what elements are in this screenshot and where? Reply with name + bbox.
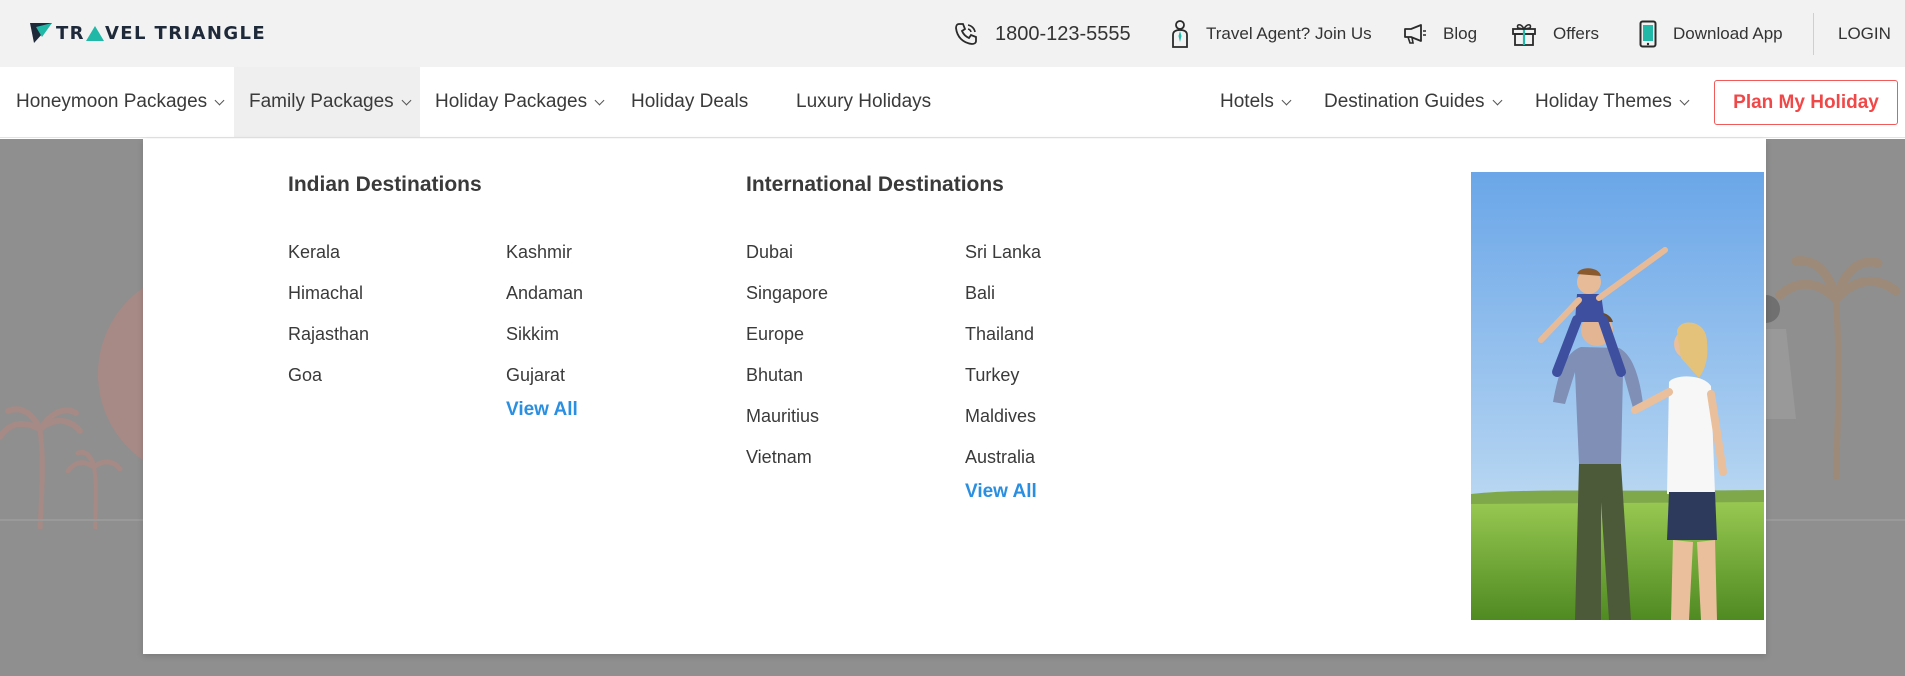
chevron-down-icon [401, 95, 412, 105]
dest-link[interactable]: Bali [965, 283, 995, 304]
offers-label: Offers [1553, 24, 1599, 43]
dest-link[interactable]: Turkey [965, 365, 1019, 386]
dest-link[interactable]: Gujarat [506, 365, 565, 386]
dest-link[interactable]: Kerala [288, 242, 340, 263]
mobile-phone-icon [1639, 20, 1657, 48]
nav-holiday-deals[interactable]: Holiday Deals [631, 67, 748, 137]
travel-agent-icon [1172, 20, 1188, 48]
dest-link[interactable]: Thailand [965, 324, 1034, 345]
chevron-down-icon [214, 95, 225, 105]
main-nav: Honeymoon Packages Family Packages Holid… [0, 67, 1905, 138]
dest-link[interactable]: Himachal [288, 283, 363, 304]
plan-my-holiday-button[interactable]: Plan My Holiday [1714, 80, 1898, 125]
international-destinations-heading: International Destinations [746, 173, 1004, 196]
topbar-divider [1813, 13, 1814, 55]
dest-link[interactable]: Andaman [506, 283, 583, 304]
dest-link[interactable]: Europe [746, 324, 804, 345]
nav-item-label: Holiday Packages [435, 91, 588, 112]
nav-item-label: Holiday Themes [1535, 91, 1672, 112]
offers-link[interactable]: Offers [1511, 20, 1599, 48]
megaphone-icon [1404, 24, 1426, 44]
nav-destination-guides[interactable]: Destination Guides [1324, 67, 1502, 137]
nav-holiday-packages[interactable]: Holiday Packages [435, 67, 605, 137]
dest-link[interactable]: Dubai [746, 242, 793, 263]
dest-link[interactable]: Vietnam [746, 447, 812, 468]
chevron-down-icon [594, 95, 605, 105]
phone-link[interactable]: 1800-123-5555 [953, 20, 1131, 48]
dest-link[interactable]: Goa [288, 365, 322, 386]
family-packages-dropdown: Indian Destinations Kerala Himachal Raja… [143, 139, 1766, 654]
blog-link[interactable]: Blog [1403, 20, 1477, 48]
nav-hotels[interactable]: Hotels [1220, 67, 1292, 137]
dest-link[interactable]: Maldives [965, 406, 1036, 427]
family-photo-illustration [1471, 172, 1764, 620]
dest-link[interactable]: Sri Lanka [965, 242, 1041, 263]
download-app-label: Download App [1673, 24, 1783, 43]
chevron-down-icon [1492, 95, 1502, 105]
dest-link[interactable]: Australia [965, 447, 1035, 468]
logo-text-part2: VEL TRIANGLE [104, 22, 267, 44]
logo-wordmark: TR VEL TRIANGLE [56, 23, 266, 44]
dest-link[interactable]: Mauritius [746, 406, 819, 427]
palm-tree-illustration [1766, 256, 1901, 479]
nav-item-label: Honeymoon Packages [16, 91, 208, 112]
nav-item-label: Hotels [1220, 91, 1274, 112]
blog-label: Blog [1443, 24, 1478, 43]
nav-family-packages[interactable]: Family Packages [234, 67, 420, 137]
nav-honeymoon-packages[interactable]: Honeymoon Packages [16, 67, 225, 137]
logo-mark-icon [30, 23, 52, 43]
dest-link[interactable]: Kashmir [506, 242, 572, 263]
nav-luxury-holidays[interactable]: Luxury Holidays [796, 67, 931, 137]
download-app-link[interactable]: Download App [1639, 20, 1783, 48]
top-bar: TR VEL TRIANGLE 1800-123-5555 Travel Age… [0, 0, 1905, 67]
brand-logo[interactable]: TR VEL TRIANGLE [28, 21, 266, 45]
dest-link[interactable]: Sikkim [506, 324, 559, 345]
dest-link[interactable]: Rajasthan [288, 324, 369, 345]
nav-item-label: Luxury Holidays [796, 91, 932, 112]
login-label: LOGIN [1838, 24, 1891, 43]
travel-agent-label: Travel Agent? Join Us [1206, 24, 1372, 43]
gift-icon [1512, 23, 1536, 46]
indian-destinations-heading: Indian Destinations [288, 173, 482, 196]
nav-item-label: Holiday Deals [631, 91, 749, 112]
nav-item-label: Family Packages [249, 91, 394, 112]
login-link[interactable]: LOGIN [1838, 20, 1891, 48]
family-photo[interactable] [1471, 172, 1764, 620]
nav-item-label: Destination Guides [1324, 91, 1485, 112]
plan-my-holiday-label: Plan My Holiday [1733, 91, 1879, 113]
chevron-down-icon [1281, 95, 1292, 105]
dest-link[interactable]: Bhutan [746, 365, 803, 386]
international-view-all-link[interactable]: View All [965, 481, 1037, 503]
palm-tree-illustration [0, 406, 123, 529]
chevron-down-icon [1679, 95, 1690, 105]
travel-agent-link[interactable]: Travel Agent? Join Us [1170, 20, 1372, 48]
logo-triangle-icon [85, 25, 104, 41]
phone-icon [955, 23, 977, 45]
indian-view-all-link[interactable]: View All [506, 399, 578, 421]
logo-text-part1: TR [56, 22, 85, 44]
phone-number: 1800-123-5555 [995, 22, 1131, 45]
nav-holiday-themes[interactable]: Holiday Themes [1535, 67, 1690, 137]
dest-link[interactable]: Singapore [746, 283, 828, 304]
